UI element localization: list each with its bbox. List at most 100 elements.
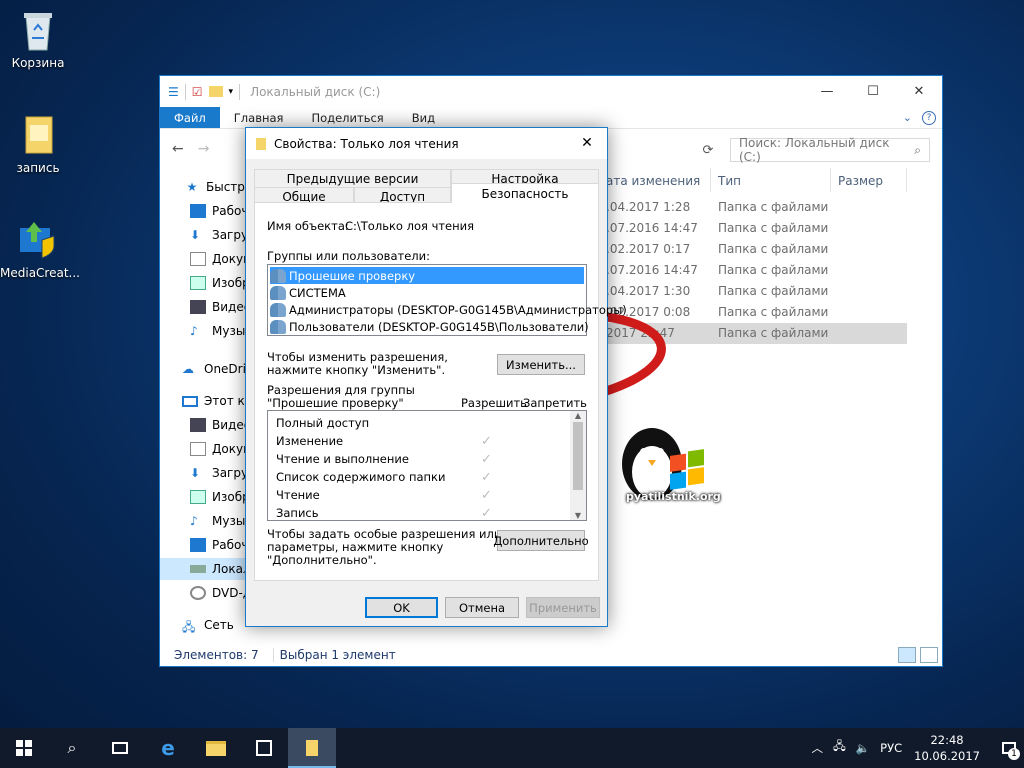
allow-header: Разрешить [461,396,527,410]
network-icon[interactable]: 🖧 [833,739,846,758]
object-name-label: Имя объекта: [267,219,349,233]
search-button[interactable]: ⌕ [48,728,96,768]
nav-item[interactable]: ☁OneDriv [160,358,246,380]
nav-item[interactable]: Рабоч [160,200,246,222]
star-icon: ★ [186,180,198,194]
list-item[interactable]: Пользователи (DESKTOP-G0G145B\Пользовате… [270,318,589,335]
nav-item[interactable]: 🖧 Сеть [160,614,246,636]
volume-icon[interactable]: 🔈 [856,741,870,755]
dialog-close-button[interactable]: ✕ [567,128,607,158]
column-header-type[interactable]: Тип [718,174,741,188]
advanced-button[interactable]: Дополнительно [493,530,589,551]
window-title: Локальный диск (C:) [250,84,381,99]
scrollbar-thumb[interactable] [573,422,583,490]
column-header-size[interactable]: Размер [838,174,883,188]
checklist-icon[interactable]: ☑ [192,85,203,99]
table-row[interactable]: .04.2017 1:28 Папка с файлами [606,197,907,218]
list-item[interactable]: Администраторы (DESKTOP-G0G145B\Админист… [270,301,627,318]
tab-share[interactable]: Поделиться [297,107,397,128]
explorer-titlebar: ☰ ☑ ▾ Локальный диск (C:) — ☐ ✕ [160,76,942,107]
tab-security[interactable]: Безопасность [451,183,599,203]
table-row[interactable]: .07.2016 14:47 Папка с файлами [606,260,907,281]
task-view-icon [112,742,128,754]
store-icon [256,740,272,756]
start-button[interactable] [0,728,48,768]
list-item[interactable]: СИСТЕМА [270,284,346,301]
column-header-date[interactable]: ата изменения [606,174,700,188]
download-icon: ⬇ [190,466,201,480]
ok-button[interactable]: OK [365,597,438,618]
apply-button[interactable]: Применить [526,597,600,618]
status-item-count: Элементов: 7 [174,648,259,662]
properties-task-button[interactable] [288,728,336,768]
list-item-selected[interactable]: Прошешие проверку [270,267,584,284]
nav-item[interactable]: Видео [160,296,246,318]
tab-view[interactable]: Вид [398,107,449,128]
properties-icon[interactable]: ☰ [168,85,179,99]
maximize-button[interactable]: ☐ [850,76,896,106]
drive-icon [190,565,206,573]
chevron-down-icon[interactable]: ⌄ [903,111,912,124]
search-icon: ⌕ [67,738,77,757]
forward-icon[interactable]: → [198,141,210,157]
nav-item[interactable]: Изобр [160,272,246,294]
nav-item[interactable]: Докум [160,438,246,460]
clock[interactable]: 22:48 10.06.2017 [914,732,980,764]
nav-item[interactable]: ★Быстрый [160,176,246,198]
search-input[interactable]: Поиск: Локальный диск (C:) ⌕ [730,136,930,164]
change-button[interactable]: Изменить... [497,354,585,375]
desktop-icon-folder[interactable]: запись [0,113,76,175]
table-row[interactable]: .02.2017 0:17 Папка с файлами [606,239,907,260]
tab-home[interactable]: Главная [220,107,298,128]
back-icon[interactable]: ← [172,141,184,157]
permission-row: Чтение ✓ [276,487,492,503]
nav-item[interactable]: Видео [160,414,246,436]
folder-icon [306,740,318,756]
nav-item[interactable]: ♪ Музы [160,320,246,342]
checkmark-icon: ✓ [481,505,492,521]
table-row[interactable]: .04.2017 1:30 Папка с файлами [606,281,907,302]
chevron-down-icon[interactable]: ▼ [570,511,586,520]
nav-item[interactable]: DVD-д [160,582,246,604]
advanced-hint: "Дополнительно". [267,553,377,567]
nav-item[interactable]: Этот ко [160,390,246,412]
permissions-scrollbar[interactable]: ▲ ▼ [570,411,586,520]
nav-item[interactable]: Рабоч [160,534,246,556]
checkmark-icon: ✓ [481,433,492,449]
details-view-button[interactable] [898,647,916,663]
minimize-button[interactable]: — [804,76,850,106]
tab-previous-versions[interactable]: Предыдущие версии [254,169,451,187]
tab-file[interactable]: Файл [160,107,220,128]
recycle-bin-icon [16,8,60,52]
nav-item[interactable]: ⬇Загруз [160,224,246,246]
media-creation-tool-icon [16,218,60,262]
divider [239,83,241,100]
chevron-up-icon[interactable]: ▲ [570,411,586,420]
nav-item[interactable]: ⬇Загруз [160,462,246,484]
nav-item[interactable]: Докум [160,248,246,270]
store-button[interactable] [240,728,288,768]
cancel-button[interactable]: Отмена [445,597,519,618]
file-explorer-button[interactable] [192,728,240,768]
table-row[interactable]: .07.2016 14:47 Папка с файлами [606,218,907,239]
close-button[interactable]: ✕ [896,76,942,106]
nav-item-selected[interactable]: Локал [160,558,246,580]
help-icon[interactable]: ? [922,110,936,125]
large-icons-view-button[interactable] [920,647,938,663]
nav-item[interactable]: Изобр [160,486,246,508]
language-indicator[interactable]: РУС [880,741,902,755]
chevron-up-icon[interactable]: ︿ [812,740,824,756]
folder-icon[interactable] [208,86,223,97]
groups-list: Прошешие проверку СИСТЕМА Администраторы… [267,264,627,336]
security-panel: Имя объекта: C:\Только лоя чтения Группы… [254,202,627,581]
search-icon: ⌕ [914,142,921,157]
nav-item[interactable]: ♪ Музы [160,510,246,532]
task-view-button[interactable] [96,728,144,768]
desktop-icon-media-creation[interactable]: MediaCreat... [0,218,80,280]
edge-button[interactable]: e [144,728,192,768]
desktop-icon-recycle-bin[interactable]: Корзина [0,8,76,70]
object-name-value: C:\Только лоя чтения [345,219,475,233]
refresh-button[interactable]: ⟳ [697,139,719,161]
chevron-down-icon[interactable]: ▾ [229,87,234,97]
action-center-button[interactable]: 1 [994,728,1024,768]
